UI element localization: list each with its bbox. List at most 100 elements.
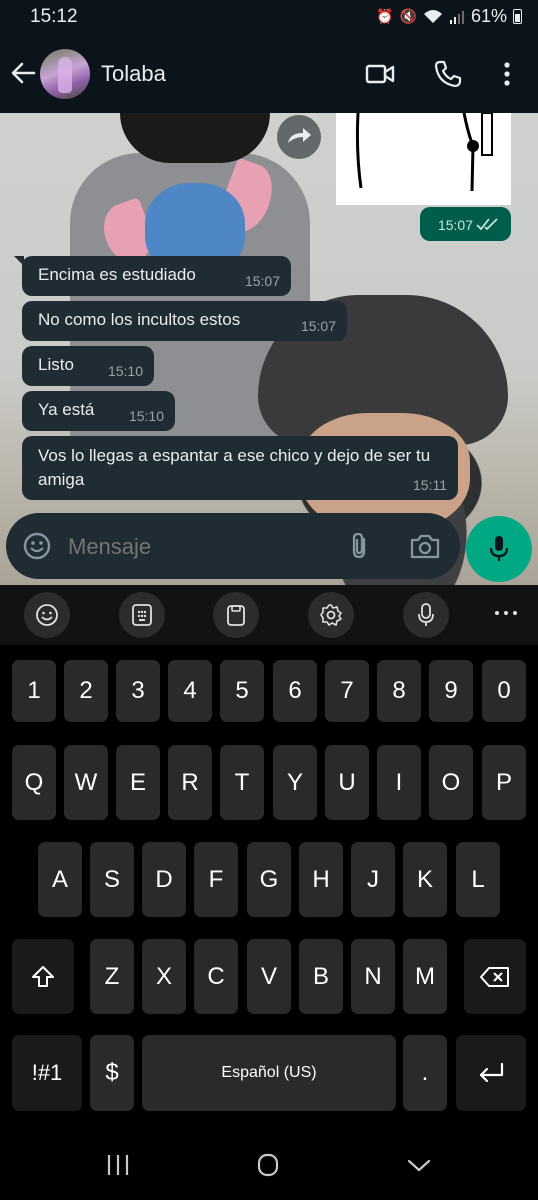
message-text: Encima es estudiado [38, 265, 196, 284]
key-w[interactable]: W [64, 745, 108, 820]
key-8[interactable]: 8 [377, 660, 421, 722]
key-5[interactable]: 5 [220, 660, 264, 722]
space-bar[interactable]: Español (US) [142, 1035, 396, 1111]
contact-name[interactable]: Tolaba [101, 61, 166, 87]
message-bubble[interactable]: Vos lo llegas a espantar a ese chico y d… [22, 436, 458, 500]
key-1[interactable]: 1 [12, 660, 56, 722]
message-time: 15:07 [437, 217, 473, 233]
signal-icon [449, 10, 464, 24]
key-7[interactable]: 7 [325, 660, 369, 722]
message-time: 15:10 [107, 363, 143, 379]
key-y[interactable]: Y [273, 745, 317, 820]
wifi-icon [423, 9, 442, 23]
key-j[interactable]: J [351, 842, 395, 917]
key-d[interactable]: D [142, 842, 186, 917]
key-m[interactable]: M [403, 939, 447, 1014]
camera-icon[interactable] [409, 531, 441, 561]
key-n[interactable]: N [351, 939, 395, 1014]
message-bubble[interactable]: Encima es estudiado 15:07 [14, 256, 291, 296]
emoji-icon [36, 604, 58, 626]
message-text: Listo [38, 355, 74, 374]
mute-icon: 🔇 [399, 8, 417, 24]
message-time: 15:11 [413, 477, 447, 493]
kb-voice-button[interactable] [403, 592, 449, 638]
sent-image-drawing [355, 113, 493, 192]
phone-call-icon[interactable] [432, 58, 464, 90]
symbols-key[interactable]: !#1 [12, 1035, 82, 1111]
message-input-bar [6, 513, 460, 579]
key-g[interactable]: G [247, 842, 291, 917]
emoji-icon[interactable] [22, 531, 52, 561]
currency-key[interactable]: $ [90, 1035, 134, 1111]
kb-clipboard-button[interactable] [213, 592, 259, 638]
message-text: No como los incultos estos [38, 310, 241, 329]
home-icon[interactable] [256, 1152, 280, 1178]
key-x[interactable]: X [142, 939, 186, 1014]
backspace-icon [480, 966, 509, 987]
kb-emoji-button[interactable] [24, 592, 70, 638]
keyboard-toolbar [0, 585, 538, 645]
more-horizontal-icon [495, 611, 517, 615]
key-b[interactable]: B [299, 939, 343, 1014]
key-i[interactable]: I [377, 745, 421, 820]
key-k[interactable]: K [403, 842, 447, 917]
message-text: Ya está [38, 400, 95, 419]
status-icons: ⏰ 🔇 61% [376, 6, 522, 27]
shift-key[interactable] [12, 939, 74, 1014]
backspace-key[interactable] [464, 939, 526, 1014]
message-time: 15:10 [128, 408, 164, 424]
message-time: 15:07 [300, 318, 336, 334]
forward-icon [288, 128, 311, 143]
kb-settings-button[interactable] [308, 592, 354, 638]
key-3[interactable]: 3 [116, 660, 160, 722]
kb-more-button[interactable] [492, 603, 520, 623]
recent-apps-icon[interactable] [106, 1152, 130, 1178]
message-bubble[interactable]: Listo 15:10 [22, 346, 154, 386]
back-arrow-icon[interactable] [10, 60, 36, 86]
sent-image[interactable] [336, 113, 511, 205]
key-l[interactable]: L [456, 842, 500, 917]
forward-button[interactable] [277, 115, 321, 159]
key-o[interactable]: O [429, 745, 473, 820]
video-call-icon[interactable] [364, 58, 396, 90]
key-h[interactable]: H [299, 842, 343, 917]
message-bubble[interactable]: Ya está 15:10 [22, 391, 175, 431]
key-s[interactable]: S [90, 842, 134, 917]
microphone-icon [418, 603, 434, 626]
double-check-icon [476, 218, 498, 231]
alarm-icon: ⏰ [376, 8, 394, 24]
key-a[interactable]: A [38, 842, 82, 917]
shift-icon [32, 965, 54, 987]
avatar[interactable] [40, 49, 90, 99]
key-f[interactable]: F [194, 842, 238, 917]
keypad-icon [132, 604, 152, 626]
back-nav-icon[interactable] [407, 1152, 431, 1178]
key-2[interactable]: 2 [64, 660, 108, 722]
key-9[interactable]: 9 [429, 660, 473, 722]
message-bubble[interactable]: No como los incultos estos 15:07 [22, 301, 347, 341]
key-e[interactable]: E [116, 745, 160, 820]
battery-icon [513, 9, 522, 24]
more-options-icon[interactable] [491, 58, 523, 90]
key-z[interactable]: Z [90, 939, 134, 1014]
key-u[interactable]: U [325, 745, 369, 820]
key-p[interactable]: P [482, 745, 526, 820]
key-6[interactable]: 6 [273, 660, 317, 722]
sent-image-meta: 15:07 [420, 207, 511, 241]
key-q[interactable]: Q [12, 745, 56, 820]
key-v[interactable]: V [247, 939, 291, 1014]
attach-icon[interactable] [346, 531, 374, 561]
kb-keypad-button[interactable] [119, 592, 165, 638]
key-r[interactable]: R [168, 745, 212, 820]
voice-message-button[interactable] [466, 516, 532, 582]
message-text: Vos lo llegas a espantar a ese chico y d… [38, 446, 431, 489]
status-time: 15:12 [30, 6, 78, 27]
key-0[interactable]: 0 [482, 660, 526, 722]
battery-percent: 61% [470, 6, 507, 26]
message-input[interactable] [66, 527, 330, 567]
key-c[interactable]: C [194, 939, 238, 1014]
key-4[interactable]: 4 [168, 660, 212, 722]
key-t[interactable]: T [220, 745, 264, 820]
enter-key[interactable] [456, 1035, 526, 1111]
period-key[interactable]: . [403, 1035, 447, 1111]
